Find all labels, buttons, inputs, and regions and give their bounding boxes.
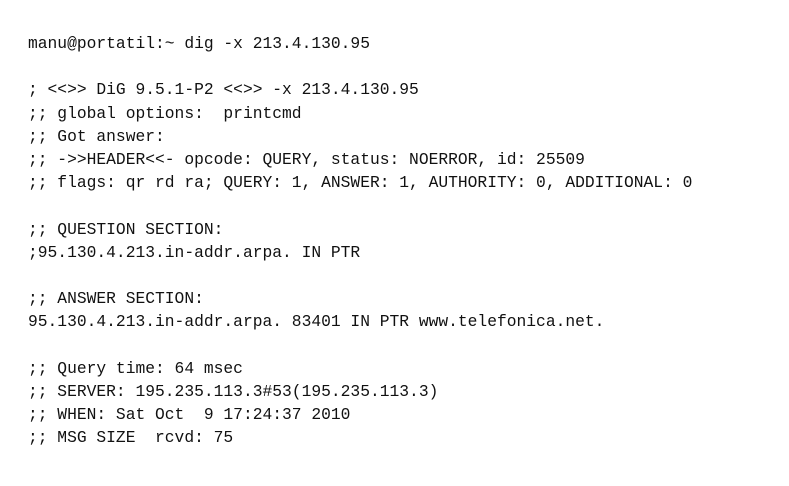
question-record: ;95.130.4.213.in-addr.arpa. IN PTR <box>28 242 361 262</box>
terminal-output: manu@portatil:~ dig -x 213.4.130.95 ; <<… <box>28 32 778 449</box>
got-answer-line: ;; Got answer: <box>28 126 165 146</box>
msg-size-line: ;; MSG SIZE rcvd: 75 <box>28 428 234 448</box>
dig-version-banner: ; <<>> DiG 9.5.1-P2 <<>> -x 213.4.130.95 <box>28 80 419 100</box>
question-section-title: ;; QUESTION SECTION: <box>28 219 224 239</box>
answer-record: 95.130.4.213.in-addr.arpa. 83401 IN PTR … <box>28 312 605 332</box>
command-prompt-line: manu@portatil:~ dig -x 213.4.130.95 <box>28 34 370 53</box>
when-line: ;; WHEN: Sat Oct 9 17:24:37 2010 <box>28 405 351 424</box>
query-time-line: ;; Query time: 64 msec <box>28 358 243 378</box>
global-options-line: ;; global options: printcmd <box>28 103 302 123</box>
header-status-line: ;; ->>HEADER<<- opcode: QUERY, status: N… <box>28 149 585 169</box>
answer-section-title: ;; ANSWER SECTION: <box>28 289 204 309</box>
server-line: ;; SERVER: 195.235.113.3#53(195.235.113.… <box>28 381 439 401</box>
flags-line: ;; flags: qr rd ra; QUERY: 1, ANSWER: 1,… <box>28 173 693 193</box>
